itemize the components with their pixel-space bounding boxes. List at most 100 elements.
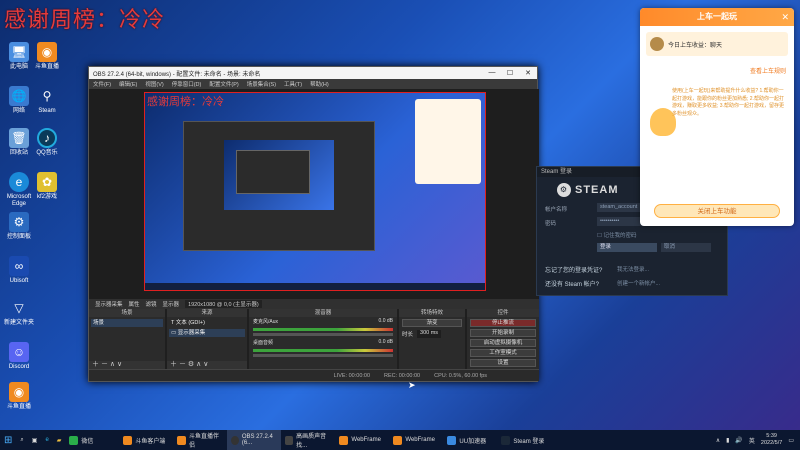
network-icon[interactable]: ▮ [726, 437, 729, 444]
edge-taskbar[interactable]: e [41, 430, 52, 450]
desktop-icon-qqmusic[interactable]: ♪ QQ音乐 [30, 128, 64, 157]
clock[interactable]: 5:39 2022/5/7 [761, 433, 782, 447]
add-icon[interactable]: ＋ [170, 361, 177, 368]
properties-button[interactable]: 属性 [129, 300, 140, 308]
settings-button[interactable]: 设置 [470, 359, 536, 367]
webframe-icon [393, 435, 403, 445]
mouse-cursor-icon: ➤ [408, 380, 416, 390]
preview-canvas[interactable]: 感谢周榜：冷冷 [144, 92, 486, 291]
desktop-icon-folder[interactable]: ▽ 新建文件夹 [2, 298, 36, 327]
mic-volume-slider[interactable] [253, 333, 393, 336]
forgot-link[interactable]: 我无法登录... [617, 265, 649, 273]
taskbar-wechat[interactable]: 微信 [65, 430, 119, 450]
close-icon[interactable]: ✕ [781, 8, 789, 26]
menu-edit[interactable]: 编辑(E) [119, 80, 137, 88]
scenes-header: 场景 [89, 309, 165, 317]
obs-preview[interactable]: 感谢周榜：冷冷 [89, 89, 539, 299]
scene-item[interactable]: 场景 [91, 319, 163, 327]
taskview-button[interactable]: ▣ [28, 430, 42, 450]
menu-tools[interactable]: 工具(T) [284, 80, 302, 88]
duration-label: 时长 [402, 332, 414, 338]
disable-ride-button[interactable]: 关闭上车功能 [654, 204, 780, 218]
down-icon[interactable]: ∨ [203, 361, 208, 368]
source-item-text[interactable]: T 文本 (GDI+) [169, 319, 245, 327]
ubisoft-icon: ∞ [9, 256, 29, 276]
volume-icon[interactable]: 🔊 [735, 437, 742, 444]
promo-today: 今日上车收益：聊天 [668, 42, 723, 49]
remove-icon[interactable]: － [179, 361, 186, 368]
promo-header: 上车一起玩 ✕ [640, 8, 794, 26]
up-icon[interactable]: ∧ [196, 361, 201, 368]
studio-mode-button[interactable]: 工作室模式 [470, 349, 536, 357]
add-icon[interactable]: ＋ [92, 361, 99, 368]
system-tray: ∧ ▮ 🔊 英 5:39 2022/5/7 ▭ [716, 433, 800, 447]
obs-window[interactable]: OBS 27.2.4 (64-bit, windows) - 配置文件: 未命名… [88, 66, 539, 382]
minimize-icon[interactable]: — [483, 69, 501, 77]
desktop-icon-douyu-live[interactable]: ◉ 斗鱼直播 [2, 382, 36, 411]
network-icon: 🌐 [9, 86, 29, 106]
obs-titlebar[interactable]: OBS 27.2.4 (64-bit, windows) - 配置文件: 未命名… [89, 67, 537, 79]
remember-checkbox[interactable]: ☐ 记住我的密码 [597, 231, 636, 239]
virtual-camera-button[interactable]: 启动虚拟摄像机 [470, 339, 536, 347]
notification-icon[interactable]: ▭ [788, 437, 794, 444]
taskbar-webframe-1[interactable]: WebFrame [335, 430, 389, 450]
desktop-icon-discord[interactable]: ☺ Discord [2, 342, 36, 371]
obs-docks: 场景 场景 ＋ － ∧ ∨ 来源 T 文本 (GDI+) ▭ 显示器采集 ＋ －… [89, 309, 539, 377]
taskbar-steam[interactable]: Steam 登录 [497, 430, 551, 450]
taskbar-sound[interactable]: 高画质声音找... [281, 430, 335, 450]
desktop-icon-control-panel[interactable]: ⚙ 控制面板 [2, 212, 36, 241]
sound-app-icon [285, 435, 294, 445]
mic-meter [253, 328, 393, 331]
promo-rules-link[interactable]: 查看上车规则 [750, 66, 786, 75]
search-button[interactable]: ⌕ [16, 430, 27, 450]
create-account-link[interactable]: 创建一个新帐户... [617, 279, 660, 287]
taskbar-douyu-companion[interactable]: 斗鱼直播伴侣 [173, 430, 227, 450]
display-label: 显示器 [162, 302, 180, 308]
desktop-icon-steam-app[interactable]: ⚲ Steam [30, 86, 64, 115]
nested-obs-preview [183, 121, 375, 251]
duration-input[interactable]: 300 ms [417, 330, 442, 338]
desktop-icon-douyu[interactable]: ◉ 斗鱼直播 [30, 42, 64, 71]
gear-icon[interactable]: ⚙ [188, 361, 194, 368]
scenes-dock: 场景 场景 ＋ － ∧ ∨ [89, 309, 165, 369]
filters-button[interactable]: 滤镜 [146, 300, 157, 308]
down-icon[interactable]: ∨ [117, 361, 122, 368]
mixer-header: 混音器 [249, 309, 397, 317]
desktop-volume-slider[interactable] [253, 354, 393, 357]
nested-promo-panel [415, 99, 481, 184]
stop-streaming-button[interactable]: 停止推流 [470, 319, 536, 327]
display-select[interactable]: 1920x1080 @ 0,0 (主显示器) [185, 300, 262, 308]
cancel-button[interactable]: 取消 [661, 243, 711, 252]
menu-file[interactable]: 文件(F) [93, 80, 111, 88]
obs-statusbar: LIVE: 00:00:00 REC: 00:00:00 CPU: 0.5%, … [89, 369, 539, 381]
password-label: 密码 [545, 221, 557, 227]
taskbar-webframe-2[interactable]: WebFrame [389, 430, 443, 450]
start-button[interactable]: ⊞ [0, 430, 16, 450]
menu-docks[interactable]: 停靠窗口(D) [172, 80, 202, 88]
menu-help[interactable]: 帮助(H) [310, 80, 329, 88]
maximize-icon[interactable]: ☐ [501, 69, 519, 77]
overlay-title: 感谢周榜：冷冷 [4, 8, 166, 33]
menu-profile[interactable]: 配置文件(P) [209, 80, 238, 88]
start-recording-button[interactable]: 开始录制 [470, 329, 536, 337]
desktop-icon-ubisoft[interactable]: ∞ Ubisoft [2, 256, 36, 285]
live-time: LIVE: 00:00:00 [333, 372, 371, 379]
up-icon[interactable]: ∧ [110, 361, 115, 368]
douyu-icon [123, 435, 133, 445]
remove-icon[interactable]: － [101, 361, 108, 368]
taskbar-obs[interactable]: OBS 27.2.4 (6... [227, 430, 282, 450]
login-button[interactable]: 登录 [597, 243, 657, 252]
menu-scene-collection[interactable]: 场景集合(S) [247, 80, 276, 88]
mic-channel-label: 麦克风/Aux [253, 319, 279, 325]
menu-view[interactable]: 视图(V) [145, 80, 163, 88]
source-item-display[interactable]: ▭ 显示器采集 [169, 329, 245, 337]
ime-icon[interactable]: 英 [749, 436, 755, 445]
promo-panel[interactable]: 上车一起玩 ✕ 今日上车收益：聊天 查看上车规则 使用(上车一起玩)来帮助提升什么… [640, 8, 794, 226]
desktop-icon-kf2[interactable]: ✿ kf2游戏 [30, 172, 64, 201]
taskbar-douyu-client[interactable]: 斗鱼客户端 [119, 430, 173, 450]
taskbar-uu[interactable]: UU加速器 [443, 430, 497, 450]
close-icon[interactable]: ✕ [519, 69, 537, 77]
explorer-taskbar[interactable]: ▰ [53, 430, 66, 450]
transition-select[interactable]: 渐变 [402, 319, 462, 327]
chevron-up-icon[interactable]: ∧ [716, 437, 720, 444]
